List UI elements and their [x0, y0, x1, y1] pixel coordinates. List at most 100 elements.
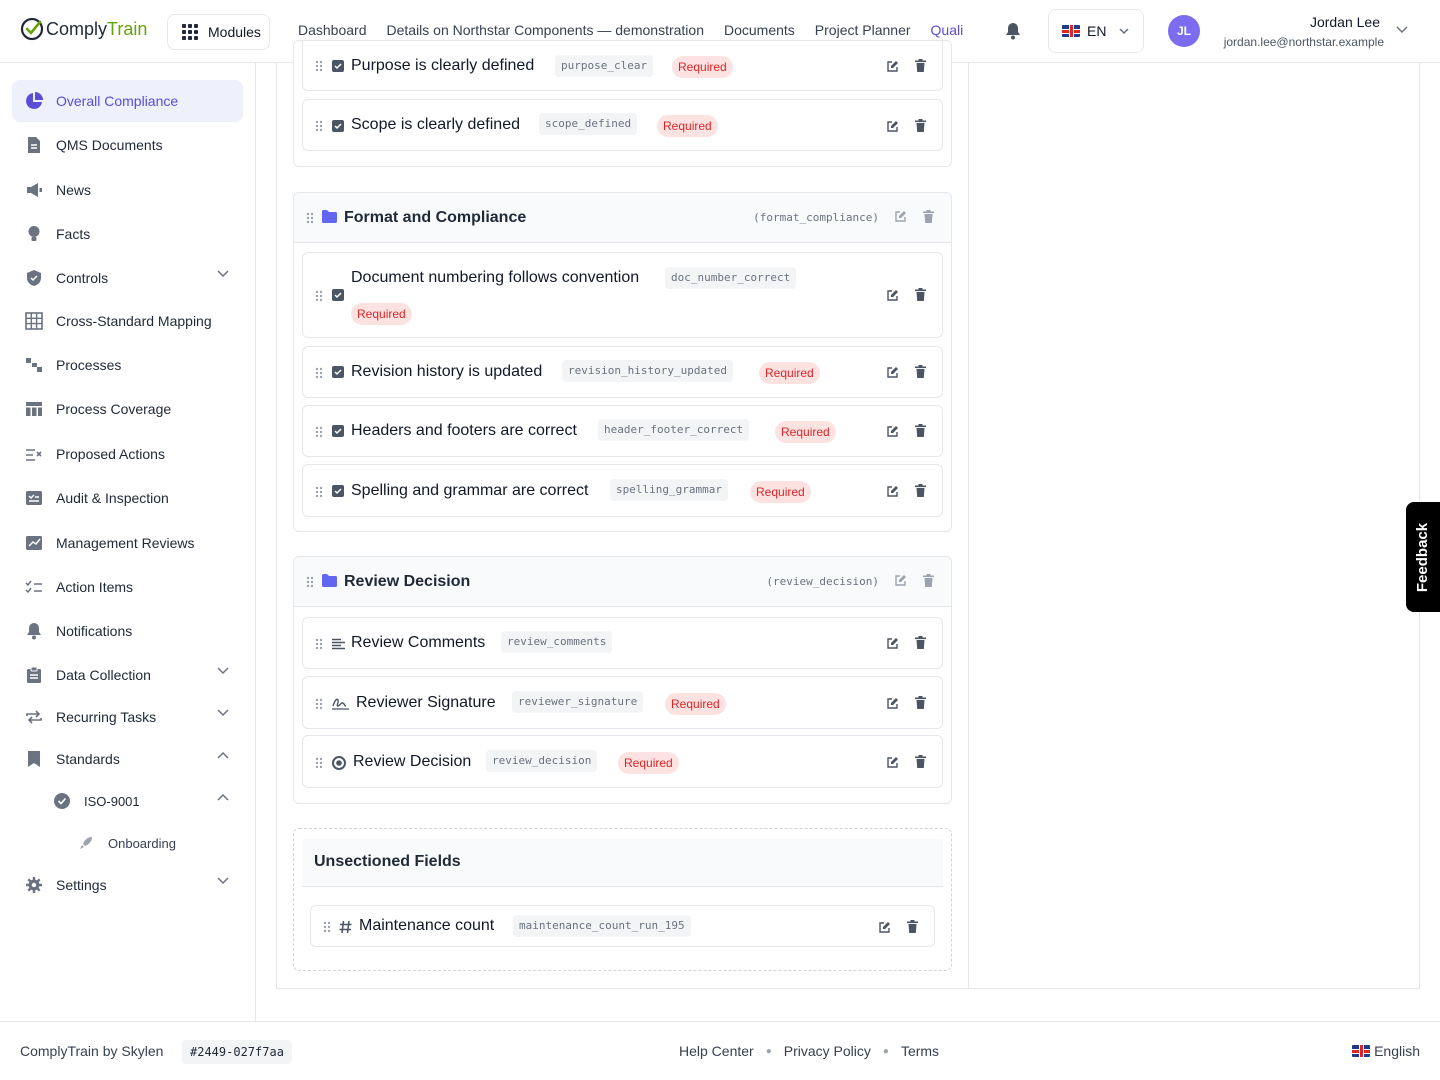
drag-handle-icon[interactable]	[315, 367, 323, 379]
sidebar-item-overall-compliance[interactable]: Overall Compliance	[12, 80, 243, 122]
sidebar-item-audit-inspection[interactable]: Audit & Inspection	[12, 477, 243, 519]
sidebar-item-action-items[interactable]: Action Items	[12, 566, 243, 608]
form-field-row[interactable]: Headers and footers are correct header_f…	[302, 405, 943, 457]
nav-documents[interactable]: Documents	[724, 22, 795, 38]
feedback-tab[interactable]: Feedback	[1406, 502, 1440, 612]
grid-icon	[182, 24, 198, 40]
modules-button[interactable]: Modules	[167, 14, 270, 50]
edit-icon[interactable]	[886, 366, 899, 379]
edit-icon[interactable]	[886, 425, 899, 438]
edit-icon[interactable]	[894, 574, 907, 587]
notifications-bell-icon[interactable]	[1005, 22, 1021, 40]
sidebar-item-facts[interactable]: Facts	[12, 213, 243, 255]
sidebar-item-label: Overall Compliance	[56, 93, 179, 109]
trash-icon[interactable]	[915, 365, 926, 378]
trash-icon[interactable]	[915, 59, 926, 72]
edit-icon[interactable]	[894, 210, 907, 223]
edit-icon[interactable]	[878, 921, 891, 934]
field-key-tag: maintenance_count_run_195	[513, 915, 691, 937]
footer-language-selector[interactable]: English	[1352, 1043, 1420, 1059]
field-key-tag: review_comments	[501, 631, 613, 653]
form-field-row[interactable]: Spelling and grammar are correct spellin…	[302, 464, 943, 517]
uk-flag-icon	[1352, 1045, 1371, 1057]
sidebar-item-process-coverage[interactable]: Process Coverage	[12, 388, 243, 430]
trash-icon[interactable]	[923, 574, 934, 587]
chevron-up-icon[interactable]	[217, 793, 229, 801]
chevron-down-icon[interactable]	[217, 270, 229, 278]
form-field-row[interactable]: Purpose is clearly defined purpose_clear…	[302, 41, 943, 91]
trash-icon[interactable]	[907, 920, 918, 933]
chevron-down-icon[interactable]	[217, 667, 229, 675]
trash-icon[interactable]	[915, 424, 926, 437]
trash-icon[interactable]	[915, 484, 926, 497]
chevron-up-icon[interactable]	[217, 751, 229, 759]
drag-handle-icon[interactable]	[315, 290, 323, 302]
drag-handle-icon[interactable]	[315, 60, 323, 72]
edit-icon[interactable]	[886, 697, 899, 710]
form-field-row[interactable]: Review Decision review_decision Required	[302, 735, 943, 788]
footer: ComplyTrain by Skylen #2449-027f7aa Help…	[0, 1021, 1440, 1080]
avatar[interactable]: JL	[1168, 15, 1200, 47]
unsectioned-fields-zone[interactable]: Unsectioned Fields Maintenance count mai…	[293, 828, 952, 971]
drag-handle-icon[interactable]	[306, 576, 314, 588]
edit-icon[interactable]	[886, 120, 899, 133]
form-field-row[interactable]: Scope is clearly defined scope_defined R…	[302, 99, 943, 151]
sidebar-item-notifications[interactable]: Notifications	[12, 610, 243, 652]
drag-handle-icon[interactable]	[323, 921, 331, 933]
help-center-link[interactable]: Help Center	[679, 1043, 754, 1059]
sidebar-item-iso-9001[interactable]: ISO-9001	[40, 780, 243, 822]
form-field-row[interactable]: Review Comments review_comments	[302, 617, 943, 669]
terms-link[interactable]: Terms	[901, 1043, 939, 1059]
sidebar-item-management-reviews[interactable]: Management Reviews	[12, 522, 243, 564]
nav-dashboard[interactable]: Dashboard	[298, 22, 367, 38]
sidebar-item-label: Recurring Tasks	[56, 709, 157, 725]
edit-icon[interactable]	[886, 289, 899, 302]
edit-icon[interactable]	[886, 637, 899, 650]
user-menu-chevron-icon[interactable]	[1396, 26, 1408, 34]
form-field-row[interactable]: Reviewer Signature reviewer_signature Re…	[302, 676, 943, 729]
trash-icon[interactable]	[915, 696, 926, 709]
sidebar-item-onboarding[interactable]: Onboarding	[64, 822, 243, 864]
nav-project-planner[interactable]: Project Planner	[815, 22, 911, 38]
form-field-row[interactable]: Maintenance count maintenance_count_run_…	[310, 905, 935, 947]
sidebar-item-standards[interactable]: Standards	[12, 738, 243, 780]
drag-handle-icon[interactable]	[315, 698, 323, 710]
sidebar-item-controls[interactable]: Controls	[12, 257, 243, 299]
field-label: Headers and footers are correct	[351, 422, 577, 439]
trash-icon[interactable]	[915, 755, 926, 768]
drag-handle-icon[interactable]	[315, 120, 323, 132]
sidebar-item-cross-standard-mapping[interactable]: Cross-Standard Mapping	[12, 300, 243, 342]
edit-icon[interactable]	[886, 485, 899, 498]
sidebar-item-recurring-tasks[interactable]: Recurring Tasks	[12, 696, 243, 738]
trash-icon[interactable]	[915, 288, 926, 301]
sidebar-item-qms-documents[interactable]: QMS Documents	[12, 124, 243, 166]
section-header[interactable]: Review Decision (review_decision)	[294, 557, 951, 607]
trash-icon[interactable]	[915, 119, 926, 132]
chevron-down-icon[interactable]	[217, 709, 229, 717]
sidebar-item-proposed-actions[interactable]: Proposed Actions	[12, 433, 243, 475]
top-nav: Dashboard Details on Northstar Component…	[298, 22, 963, 38]
drag-handle-icon[interactable]	[315, 638, 323, 650]
drag-handle-icon[interactable]	[315, 486, 323, 498]
document-icon	[24, 135, 44, 155]
drag-handle-icon[interactable]	[315, 757, 323, 769]
edit-icon[interactable]	[886, 756, 899, 769]
sidebar-item-settings[interactable]: Settings	[12, 864, 243, 906]
form-field-row[interactable]: Document numbering follows convention do…	[302, 252, 943, 338]
sidebar-item-processes[interactable]: Processes	[12, 344, 243, 386]
trash-icon[interactable]	[915, 636, 926, 649]
privacy-policy-link[interactable]: Privacy Policy	[784, 1043, 871, 1059]
nav-details[interactable]: Details on Northstar Components — demons…	[387, 22, 704, 38]
drag-handle-icon[interactable]	[315, 426, 323, 438]
drag-handle-icon[interactable]	[306, 212, 314, 224]
edit-icon[interactable]	[886, 60, 899, 73]
language-selector[interactable]: EN	[1048, 9, 1144, 53]
sidebar-item-data-collection[interactable]: Data Collection	[12, 654, 243, 696]
section-header[interactable]: Format and Compliance (format_compliance…	[294, 193, 951, 243]
app-logo[interactable]: Comply Train	[20, 17, 147, 41]
trash-icon[interactable]	[923, 210, 934, 223]
sidebar-item-news[interactable]: News	[12, 169, 243, 211]
chevron-down-icon[interactable]	[217, 877, 229, 885]
nav-quali[interactable]: Quali	[931, 22, 964, 38]
form-field-row[interactable]: Revision history is updated revision_his…	[302, 346, 943, 398]
